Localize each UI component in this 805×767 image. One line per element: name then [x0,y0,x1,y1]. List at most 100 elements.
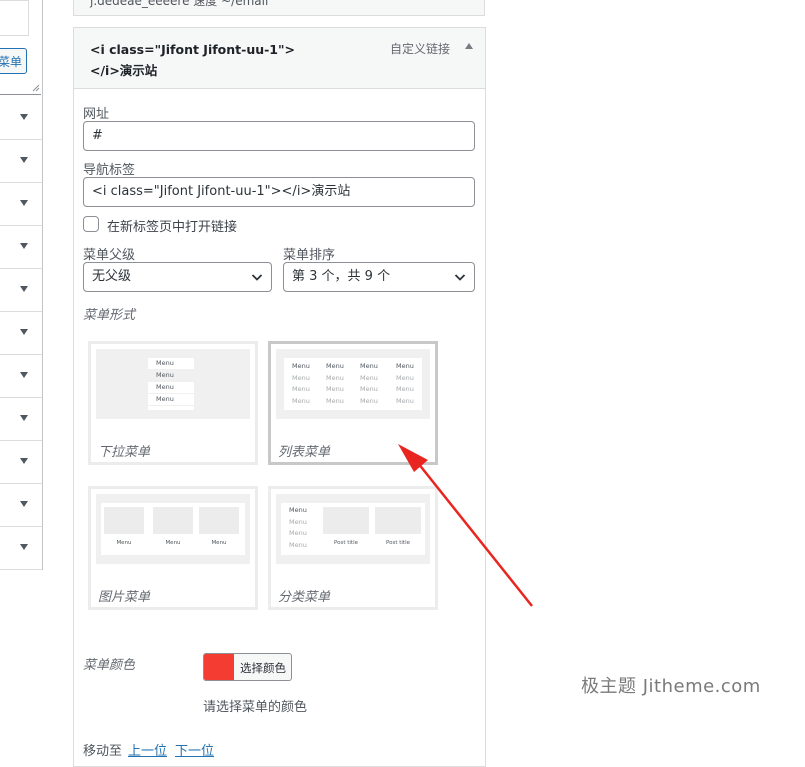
style-option-category[interactable]: Menu Menu Menu Menu Post title Post titl… [268,486,438,610]
nav-label-label: 导航标签 [83,163,136,178]
url-input[interactable]: # [83,121,475,151]
order-select-value: 第 3 个，共 9 个 [292,269,391,284]
preview-post-title: Post title [333,540,358,546]
collapse-arrow-icon[interactable] [465,43,473,49]
expand-arrow-icon[interactable] [20,329,28,335]
expand-arrow-icon[interactable] [20,286,28,292]
menu-item-row[interactable] [0,268,42,312]
preview-menu-item: Menu [289,506,307,514]
expand-arrow-icon[interactable] [20,157,28,163]
preview-menu-item: Menu [148,358,194,370]
preview-menu-item: Menu [148,370,194,382]
preview-image-placeholder [375,507,421,534]
open-new-tab-checkbox[interactable] [83,216,99,232]
menu-item-type: 自定义链接 [390,42,451,56]
preview-menu-item: Menu [396,385,414,393]
menu-item-header[interactable]: <i class="Jifont Jifont-uu-1"> </i>演示站 自… [74,28,485,89]
menu-item-row[interactable] [0,397,42,441]
menu-item-row[interactable] [0,311,42,355]
dropdown-preview: Menu Menu Menu Menu [96,349,250,419]
preview-image-placeholder [323,507,369,534]
preview-menu-item: Menu [148,394,194,406]
url-label: 网址 [83,107,110,122]
preview-menu-item: Menu [289,540,307,549]
preview-menu-item: Menu [360,385,378,393]
menu-item-row[interactable] [0,526,42,570]
category-preview: Menu Menu Menu Menu Post title Post titl… [276,494,430,564]
preview-image-placeholder [199,507,239,534]
order-select[interactable]: 第 3 个，共 9 个 [283,262,475,292]
select-color-button[interactable]: 选择颜色 [203,653,292,681]
add-to-menu-button[interactable]: 菜单 [0,48,27,74]
parent-select-value: 无父级 [92,269,132,284]
expand-arrow-icon[interactable] [20,200,28,206]
category-preview-menu: Menu Menu Menu Menu Post title Post titl… [281,503,425,555]
expand-arrow-icon[interactable] [20,458,28,464]
parent-select[interactable]: 无父级 [83,262,272,292]
move-up-link[interactable]: 上一位 [128,740,167,759]
expand-arrow-icon[interactable] [20,544,28,550]
preview-menu-item: Menu [326,396,344,405]
style-option-name: 列表菜单 [278,445,331,460]
preview-image-caption: Menu [116,540,132,546]
preview-image-placeholder [153,507,193,534]
preview-menu-item: Menu [292,385,310,393]
menu-item-row[interactable] [0,182,42,226]
preview-menu-item: Menu [360,396,378,405]
expand-arrow-icon[interactable] [20,114,28,120]
preview-menu-item: Menu [148,382,194,394]
expand-arrow-icon[interactable] [20,415,28,421]
menu-item-row[interactable] [0,96,42,140]
style-option-name: 分类菜单 [278,590,331,605]
expand-arrow-icon[interactable] [20,372,28,378]
preview-menu-item: Menu [289,517,307,526]
menu-item-row[interactable] [0,440,42,484]
preview-menu-item: Menu [292,373,310,382]
menu-style-label: 菜单形式 [83,308,136,323]
previous-menu-item[interactable]: j.dedeae_eeeere 速度 ~/emaii [73,0,485,16]
image-preview: Menu Menu Menu [96,494,250,564]
expand-arrow-icon[interactable] [20,501,28,507]
menu-item-row[interactable] [0,354,42,398]
menu-structure-column: 菜单 [0,0,43,570]
preview-menu-item: Menu [289,529,307,537]
preview-menu-item: Menu [360,373,378,382]
menu-item-row[interactable] [0,139,42,183]
nav-label-input[interactable]: <i class="Jifont Jifont-uu-1"></i>演示站 [83,177,475,207]
preview-image-placeholder [104,507,144,534]
chevron-down-icon [454,274,466,281]
style-option-name: 图片菜单 [98,590,151,605]
menu-item-title: <i class="Jifont Jifont-uu-1"> </i>演示站 [90,42,295,78]
preview-menu-header: Menu [396,362,414,370]
resize-handle-icon[interactable] [32,84,40,92]
move-to-label: 移动至 [83,744,123,759]
preview-menu-header: Menu [292,362,310,370]
style-option-list[interactable]: Menu Menu Menu Menu Menu Menu Menu Menu … [268,341,438,465]
color-hint: 请选择菜单的颜色 [203,700,308,715]
preview-post-title: Post title [385,540,410,546]
preview-image-caption: Menu [165,540,181,546]
parent-label: 菜单父级 [83,248,136,263]
move-down-link[interactable]: 下一位 [175,740,214,759]
dropdown-preview-menu: Menu Menu Menu Menu [148,358,194,410]
style-option-dropdown[interactable]: Menu Menu Menu Menu 下拉菜单 [88,341,258,465]
select-color-label: 选择颜色 [240,661,286,675]
color-swatch [204,654,234,680]
menu-item-row[interactable] [0,225,42,269]
preview-menu-item: Menu [396,396,414,405]
preview-menu-header: Menu [360,362,378,370]
menu-item-row[interactable] [0,483,42,527]
watermark: 极主题 Jitheme.com [581,676,761,697]
style-option-image[interactable]: Menu Menu Menu 图片菜单 [88,486,258,610]
menu-name-input[interactable] [0,0,29,36]
list-preview-menu: Menu Menu Menu Menu Menu Menu Menu Menu … [284,358,422,410]
preview-menu-item: Menu [292,396,310,405]
expand-arrow-icon[interactable] [20,243,28,249]
preview-menu-item: Menu [396,373,414,382]
chevron-down-icon [251,274,263,281]
previous-item-text: j.dedeae_eeeere 速度 ~/emaii [90,0,269,8]
style-option-name: 下拉菜单 [98,445,151,460]
preview-menu-item: Menu [326,385,344,393]
open-new-tab-label[interactable]: 在新标签页中打开链接 [107,216,237,235]
order-label: 菜单排序 [283,248,336,263]
